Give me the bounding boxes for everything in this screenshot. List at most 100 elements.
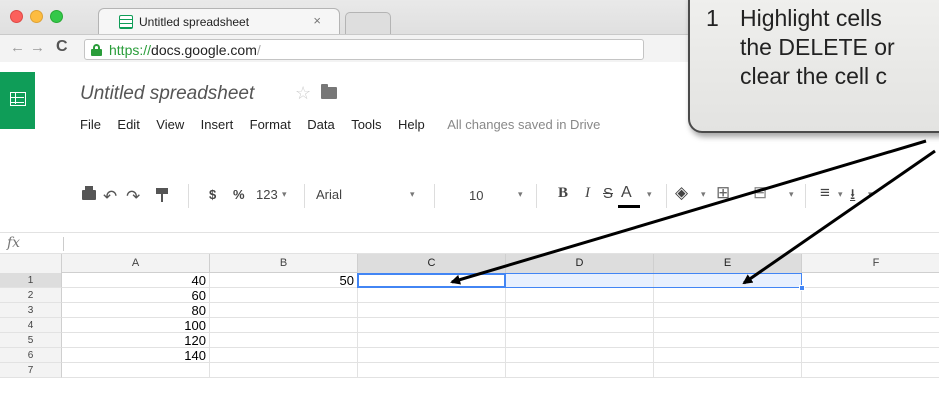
column-header-d[interactable]: D xyxy=(506,254,654,273)
table-cell[interactable] xyxy=(802,348,939,363)
chevron-down-icon[interactable]: ▾ xyxy=(838,189,843,200)
percent-format-button[interactable]: % xyxy=(233,187,245,202)
undo-icon[interactable]: ↶ xyxy=(103,187,117,207)
table-cell[interactable] xyxy=(358,303,506,318)
merge-cells-icon[interactable]: ⊟ xyxy=(753,183,767,203)
select-all-corner[interactable] xyxy=(0,254,62,273)
strikethrough-button[interactable]: S xyxy=(603,185,613,202)
column-header-b[interactable]: B xyxy=(210,254,358,273)
table-cell[interactable] xyxy=(802,363,939,378)
chevron-down-icon[interactable]: ▾ xyxy=(789,189,794,200)
vertical-align-icon[interactable]: ⭳ xyxy=(850,184,855,209)
new-tab-button[interactable] xyxy=(345,12,391,34)
table-cell[interactable] xyxy=(506,318,654,333)
row-header-4[interactable]: 4 xyxy=(0,318,62,333)
table-cell[interactable] xyxy=(506,348,654,363)
chevron-down-icon[interactable]: ▾ xyxy=(282,189,287,200)
browser-tab[interactable]: Untitled spreadsheet × xyxy=(98,8,340,34)
table-cell[interactable] xyxy=(654,288,802,303)
font-family-select[interactable]: Arial xyxy=(316,187,342,202)
table-cell[interactable] xyxy=(506,303,654,318)
table-cell[interactable] xyxy=(654,348,802,363)
cell-a2[interactable]: 60 xyxy=(62,288,210,303)
table-cell[interactable] xyxy=(358,333,506,348)
cell-c1[interactable] xyxy=(358,273,506,288)
column-header-c[interactable]: C xyxy=(358,254,506,273)
menu-data[interactable]: Data xyxy=(307,117,334,132)
cell-b2[interactable] xyxy=(210,288,358,303)
forward-arrow-icon[interactable]: → xyxy=(30,39,45,56)
chevron-down-icon[interactable]: ▾ xyxy=(868,189,873,200)
cell-a1[interactable]: 40 xyxy=(62,273,210,288)
cell-f1[interactable] xyxy=(802,273,939,288)
row-header-7[interactable]: 7 xyxy=(0,363,62,378)
table-cell[interactable] xyxy=(654,318,802,333)
menu-tools[interactable]: Tools xyxy=(351,117,381,132)
cell-a3[interactable]: 80 xyxy=(62,303,210,318)
cell-b1[interactable]: 50 xyxy=(210,273,358,288)
table-cell[interactable] xyxy=(506,333,654,348)
fill-handle[interactable] xyxy=(799,285,805,291)
menu-insert[interactable]: Insert xyxy=(201,117,234,132)
chevron-down-icon[interactable]: ▾ xyxy=(647,189,652,200)
cell-b4[interactable] xyxy=(210,318,358,333)
bold-button[interactable]: B xyxy=(558,185,568,202)
star-icon[interactable]: ☆ xyxy=(295,83,311,104)
number-format-button[interactable]: 123 xyxy=(256,187,278,202)
cell-e1[interactable] xyxy=(654,273,802,288)
font-size-select[interactable]: 10 xyxy=(469,188,483,203)
chevron-down-icon[interactable]: ▾ xyxy=(518,189,523,200)
table-cell[interactable] xyxy=(358,363,506,378)
table-cell[interactable] xyxy=(358,318,506,333)
print-icon[interactable] xyxy=(82,186,96,200)
fill-color-icon[interactable]: ◈ xyxy=(675,183,688,203)
cell-a4[interactable]: 100 xyxy=(62,318,210,333)
currency-format-button[interactable]: $ xyxy=(209,187,216,202)
menu-view[interactable]: View xyxy=(156,117,184,132)
folder-icon[interactable] xyxy=(321,84,337,99)
reload-icon[interactable]: C xyxy=(56,38,68,56)
table-cell[interactable] xyxy=(358,348,506,363)
horizontal-align-icon[interactable]: ≡ xyxy=(820,183,830,203)
window-minimize-button[interactable] xyxy=(30,10,43,23)
table-cell[interactable] xyxy=(802,303,939,318)
row-header-3[interactable]: 3 xyxy=(0,303,62,318)
window-zoom-button[interactable] xyxy=(50,10,63,23)
cell-b5[interactable] xyxy=(210,333,358,348)
sheets-logo-icon[interactable] xyxy=(0,72,35,129)
cell-b6[interactable] xyxy=(210,348,358,363)
menu-edit[interactable]: Edit xyxy=(117,117,139,132)
row-header-6[interactable]: 6 xyxy=(0,348,62,363)
paint-format-icon[interactable] xyxy=(156,188,168,202)
back-arrow-icon[interactable]: ← xyxy=(10,39,25,56)
column-header-e[interactable]: E xyxy=(654,254,802,273)
menu-file[interactable]: File xyxy=(80,117,101,132)
table-cell[interactable] xyxy=(654,333,802,348)
menu-help[interactable]: Help xyxy=(398,117,425,132)
table-cell[interactable] xyxy=(802,318,939,333)
table-cell[interactable] xyxy=(654,363,802,378)
cell-a7[interactable] xyxy=(62,363,210,378)
table-cell[interactable] xyxy=(654,303,802,318)
row-header-5[interactable]: 5 xyxy=(0,333,62,348)
borders-icon[interactable]: ⊞ xyxy=(716,183,730,203)
row-header-1[interactable]: 1 xyxy=(0,273,62,288)
table-cell[interactable] xyxy=(802,333,939,348)
redo-icon[interactable]: ↷ xyxy=(126,187,140,207)
table-cell[interactable] xyxy=(358,288,506,303)
cell-a5[interactable]: 120 xyxy=(62,333,210,348)
chevron-down-icon[interactable]: ▾ xyxy=(701,189,706,200)
address-bar[interactable]: https://docs.google.com/ xyxy=(84,39,644,60)
italic-button[interactable]: I xyxy=(585,185,590,202)
cell-b3[interactable] xyxy=(210,303,358,318)
tab-close-icon[interactable]: × xyxy=(313,13,321,28)
cell-b7[interactable] xyxy=(210,363,358,378)
document-title[interactable]: Untitled spreadsheet xyxy=(80,83,254,105)
column-header-a[interactable]: A xyxy=(62,254,210,273)
cell-d1[interactable] xyxy=(506,273,654,288)
text-color-button[interactable]: A xyxy=(621,184,632,202)
row-header-2[interactable]: 2 xyxy=(0,288,62,303)
chevron-down-icon[interactable]: ▾ xyxy=(410,189,415,200)
cell-a6[interactable]: 140 xyxy=(62,348,210,363)
window-close-button[interactable] xyxy=(10,10,23,23)
